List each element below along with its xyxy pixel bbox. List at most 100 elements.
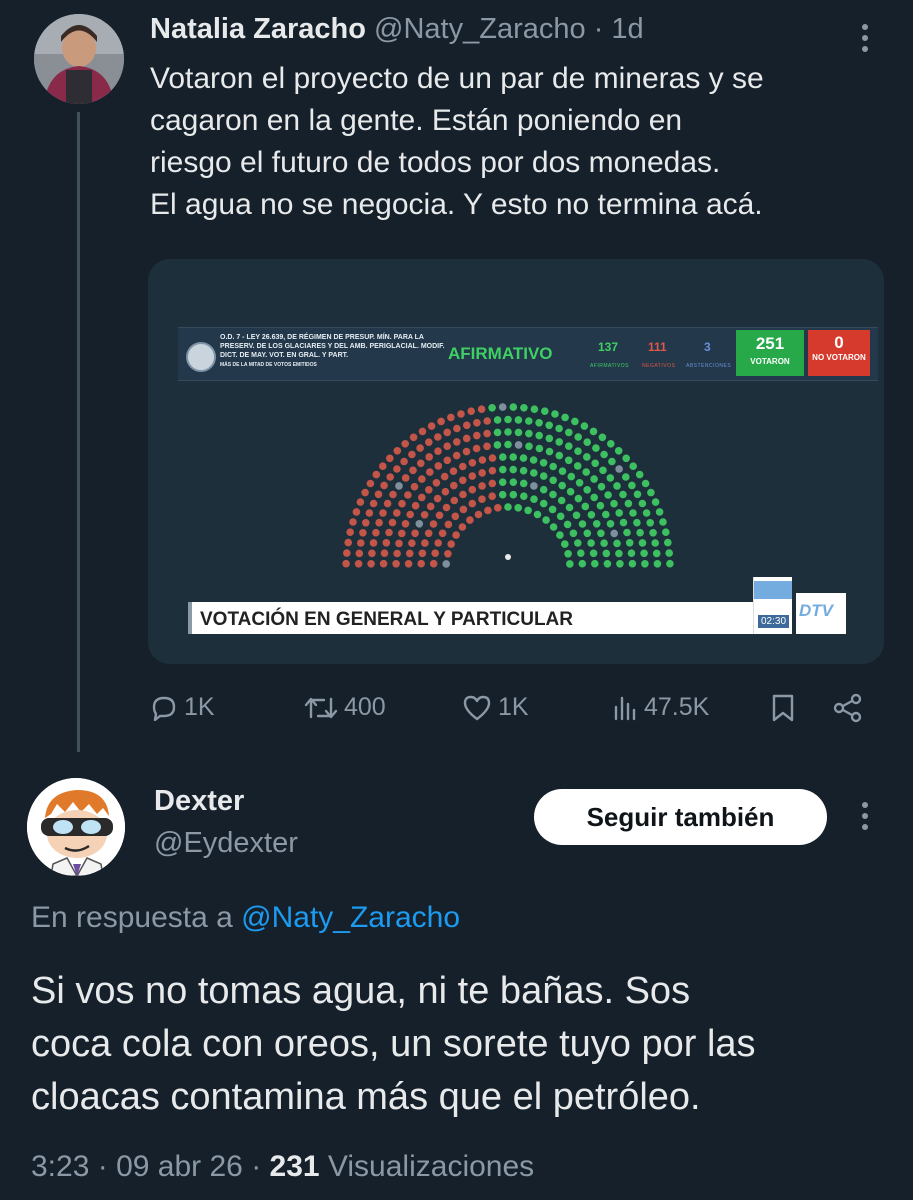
- seat-dot: [478, 456, 487, 464]
- bill-title-text: O.D. 7 - LEY 26.639, DE RÉGIMEN DE PRESU…: [220, 334, 445, 359]
- reply-to-handle-link[interactable]: @Naty_Zaracho: [241, 901, 460, 934]
- seat-dot: [557, 496, 566, 505]
- afirmativos-label: AFIRMATIVOS: [590, 363, 630, 369]
- seat-dot: [483, 442, 491, 451]
- seat-dot: [569, 529, 578, 538]
- seat-dot: [459, 490, 467, 499]
- seat-dot: [369, 499, 378, 508]
- seat-dot: [640, 549, 648, 558]
- seat-dot: [571, 417, 579, 426]
- seat-dot: [488, 492, 496, 500]
- argentina-flag-icon: 02:30: [753, 577, 792, 634]
- seat-dot: [599, 466, 607, 475]
- seat-dot: [539, 485, 548, 494]
- tweet-text-line: cagaron en la gente. Están poniendo en: [150, 104, 683, 137]
- seat-dot: [565, 428, 573, 437]
- broadcast-clock: 02:30: [758, 615, 790, 628]
- seat-dot: [426, 468, 434, 476]
- author-name[interactable]: Natalia Zaracho: [150, 13, 366, 45]
- seat-dot: [564, 456, 573, 465]
- follow-button[interactable]: Seguir también: [534, 789, 827, 845]
- seat-dot: [504, 428, 512, 436]
- seat-dot: [447, 413, 455, 422]
- seat-dot: [652, 549, 661, 558]
- seat-dot: [438, 529, 447, 538]
- dot-separator: ·: [97, 1150, 117, 1183]
- seat-dot: [514, 504, 522, 512]
- natalia-avatar[interactable]: [34, 14, 124, 104]
- reply-date[interactable]: 09 abr 26: [116, 1150, 243, 1183]
- heart-icon: [463, 695, 491, 720]
- seat-dot: [393, 509, 401, 517]
- seat-dot: [598, 433, 607, 442]
- seat-dot: [638, 499, 647, 508]
- seat-dot: [473, 419, 481, 427]
- seat-dot: [447, 540, 455, 548]
- seat-dot: [468, 499, 477, 508]
- vote-scoreboard: O.D. 7 - LEY 26.639, DE RÉGIMEN DE PRESU…: [178, 327, 878, 381]
- seat-dot: [344, 538, 352, 547]
- seat-dot: [619, 518, 628, 527]
- seat-dot: [610, 529, 618, 538]
- more-options-icon[interactable]: [855, 22, 875, 54]
- seat-dot: [664, 538, 672, 547]
- seat-dot: [624, 499, 633, 508]
- bookmark-button[interactable]: [770, 693, 796, 723]
- reply-author-handle[interactable]: @Eydexter: [154, 827, 298, 860]
- seat-dot: [400, 457, 408, 466]
- seat-dot: [555, 438, 563, 446]
- seat-dot: [590, 493, 598, 502]
- repost-button[interactable]: 400: [304, 693, 386, 722]
- seat-dot: [580, 422, 589, 430]
- more-options-icon[interactable]: [855, 800, 875, 832]
- no-votaron-count: 0: [834, 333, 844, 352]
- seat-dot: [666, 559, 674, 568]
- reply-author-name[interactable]: Dexter: [154, 785, 244, 818]
- seat-dot: [444, 550, 452, 558]
- seat-dot: [367, 560, 375, 568]
- reply-icon: [152, 696, 176, 721]
- no-votaron-box: 0 NO VOTARON: [808, 330, 870, 376]
- seat-dot: [509, 403, 518, 411]
- seat-dot: [434, 447, 442, 455]
- seat-dot: [629, 509, 637, 517]
- views-button[interactable]: 47.5K: [612, 693, 709, 722]
- seat-dot: [453, 424, 461, 433]
- votaron-box: 251 VOTARON: [736, 330, 804, 376]
- share-button[interactable]: [833, 693, 863, 723]
- seat-dot: [429, 559, 438, 568]
- negativos-count: 111: [648, 340, 667, 354]
- reply-button[interactable]: 1K: [150, 693, 215, 722]
- seat-dot: [386, 454, 394, 463]
- like-button[interactable]: 1K: [462, 693, 529, 722]
- seat-dot: [404, 491, 412, 499]
- seat-dot: [545, 421, 553, 430]
- no-votaron-label: NO VOTARON: [812, 353, 866, 362]
- seat-dot: [539, 472, 548, 480]
- seat-dot: [442, 560, 450, 568]
- seat-dot: [509, 465, 517, 474]
- seat-dot: [408, 450, 416, 459]
- seat-dot: [590, 475, 598, 483]
- seat-dot: [509, 490, 518, 499]
- author-handle[interactable]: @Naty_Zaracho: [374, 13, 586, 45]
- seat-dot: [451, 512, 460, 521]
- seat-dot: [574, 539, 582, 547]
- seat-dot: [434, 539, 442, 547]
- tweet-media-image[interactable]: O.D. 7 - LEY 26.639, DE RÉGIMEN DE PRESU…: [148, 259, 884, 664]
- presidency-seat: [505, 554, 511, 560]
- seat-dot: [425, 453, 433, 461]
- seat-dot: [577, 549, 585, 557]
- seat-dot: [589, 427, 598, 436]
- dexter-avatar[interactable]: [27, 778, 125, 876]
- seat-dot: [434, 433, 442, 441]
- seat-dot: [596, 501, 605, 510]
- reply-time[interactable]: 3:23: [31, 1150, 89, 1183]
- seat-dot: [509, 453, 517, 461]
- seat-dot: [653, 560, 662, 568]
- seat-dot: [357, 539, 365, 547]
- seat-dot: [433, 494, 442, 503]
- seat-dot: [619, 490, 627, 499]
- seat-dot: [395, 539, 403, 548]
- tweet-time[interactable]: 1d: [611, 13, 643, 45]
